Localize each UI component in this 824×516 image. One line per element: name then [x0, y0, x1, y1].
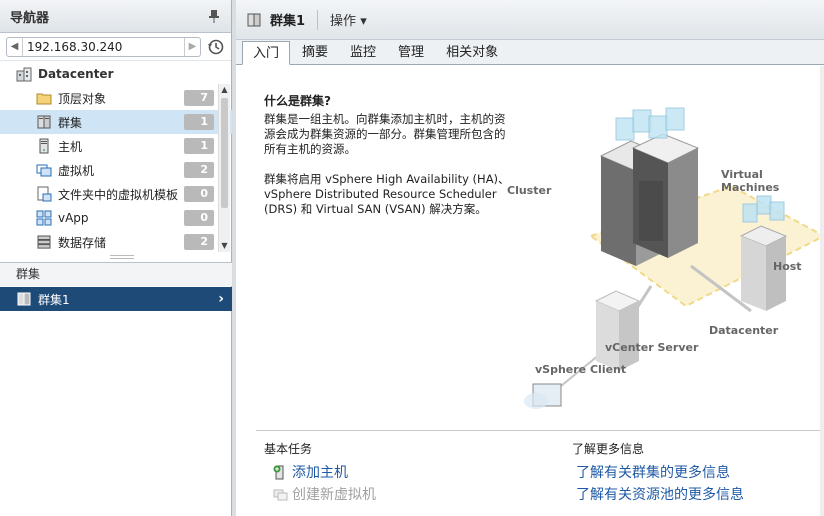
add-host-link[interactable]: 添加主机 — [272, 462, 348, 482]
inventory-list: 顶层对象 7 群集 1 主机 1 虚拟机 2 文件夹中的虚拟机模板 0 vApp… — [0, 86, 232, 252]
list-item-label: 文件夹中的虚拟机模板 — [58, 187, 179, 202]
splitter-handle[interactable] — [110, 255, 134, 259]
count-badge: 1 — [184, 138, 214, 154]
list-item-vm-templates[interactable]: 文件夹中的虚拟机模板 0 — [0, 182, 232, 206]
list-item-vapps[interactable]: vApp 0 — [0, 206, 232, 230]
new-vm-icon — [272, 486, 288, 502]
list-item-label: 数据存储 — [58, 235, 107, 250]
count-badge: 7 — [184, 90, 214, 106]
cluster-list-item[interactable]: 群集1 › — [0, 287, 232, 311]
vapp-icon — [36, 210, 52, 226]
history-icon[interactable] — [207, 38, 225, 56]
learn-more-title: 了解更多信息 — [572, 442, 645, 456]
tab-getting-started[interactable]: 入门 — [242, 41, 291, 65]
count-badge: 2 — [184, 234, 214, 250]
scroll-up-icon[interactable]: ▲ — [219, 84, 230, 96]
tab-manage[interactable]: 管理 — [388, 42, 434, 64]
create-vm-link: 创建新虚拟机 — [272, 484, 376, 504]
actions-menu-label: 操作 — [330, 14, 357, 29]
list-item-datastores[interactable]: 数据存储 2 — [0, 230, 232, 254]
related-section-title: 群集 — [0, 262, 232, 286]
diagram-label-vcenter: vCenter Server — [605, 341, 699, 354]
datacenter-label: Datacenter — [38, 67, 114, 81]
getting-started-content: 什么是群集? 群集是一组主机。向群集添加主机时，主机的资源会成为群集资源的一部分… — [236, 66, 824, 516]
tab-monitor[interactable]: 监控 — [340, 42, 386, 64]
learn-resource-pools-link[interactable]: 了解有关资源池的更多信息 — [576, 484, 744, 504]
template-icon — [36, 186, 52, 202]
list-item-top-level-objects[interactable]: 顶层对象 7 — [0, 86, 232, 110]
count-badge: 0 — [184, 186, 214, 202]
main-panel: 群集1 操作 ▾ 入门 摘要 监控 管理 相关对象 什么是群集? 群集是一组主机… — [236, 0, 824, 516]
tab-summary[interactable]: 摘要 — [292, 42, 338, 64]
intro-paragraph-1: 群集是一组主机。向群集添加主机时，主机的资源会成为群集资源的一部分。群集管理所包… — [264, 112, 506, 156]
history-bar: ◀ 192.168.30.240 ▶ — [0, 33, 231, 61]
list-item-vms[interactable]: 虚拟机 2 — [0, 158, 232, 182]
diagram-label-client: vSphere Client — [535, 363, 627, 376]
count-badge: 1 — [184, 114, 214, 130]
add-host-label: 添加主机 — [292, 465, 348, 481]
tab-related-objects[interactable]: 相关对象 — [436, 42, 508, 64]
cluster-item-label: 群集1 — [38, 292, 70, 307]
back-arrow-icon[interactable]: ◀ — [7, 37, 23, 56]
list-item-clusters[interactable]: 群集 1 — [0, 110, 232, 134]
navigator-title: 导航器 — [10, 10, 50, 26]
datacenter-icon — [16, 66, 32, 82]
object-header: 群集1 操作 ▾ — [236, 0, 824, 40]
cluster-icon — [36, 114, 52, 130]
basic-tasks-title: 基本任务 — [264, 442, 313, 456]
address-box: ◀ 192.168.30.240 ▶ — [6, 36, 201, 57]
address-text[interactable]: 192.168.30.240 — [23, 40, 184, 54]
pin-icon[interactable] — [207, 9, 221, 23]
diagram-label-datacenter: Datacenter — [709, 324, 779, 337]
datacenter-node[interactable]: Datacenter — [0, 61, 231, 87]
count-badge: 2 — [184, 162, 214, 178]
diagram-label-host: Host — [773, 260, 802, 273]
learn-clusters-link[interactable]: 了解有关群集的更多信息 — [576, 462, 730, 482]
list-item-hosts[interactable]: 主机 1 — [0, 134, 232, 158]
list-item-label: 顶层对象 — [58, 91, 107, 106]
scroll-thumb[interactable] — [221, 98, 228, 208]
cluster-icon — [16, 291, 32, 307]
forward-arrow-icon[interactable]: ▶ — [184, 37, 200, 56]
actions-menu-button[interactable]: 操作 ▾ — [330, 10, 367, 29]
tab-bar: 入门 摘要 监控 管理 相关对象 — [236, 40, 824, 65]
host-icon — [36, 138, 52, 154]
list-item-label: 虚拟机 — [58, 163, 95, 178]
folder-icon — [36, 90, 52, 106]
list-item-label: vApp — [58, 211, 89, 225]
list-item-label: 主机 — [58, 139, 83, 154]
section-divider — [256, 430, 824, 431]
chevron-right-icon[interactable]: › — [218, 291, 224, 307]
diagram-label-cluster: Cluster — [507, 184, 552, 197]
cluster-diagram: Cluster Virtual Machines Host Datacenter… — [507, 96, 824, 426]
inventory-scrollbar[interactable]: ▲ ▼ — [218, 84, 230, 252]
scroll-down-icon[interactable]: ▼ — [219, 240, 230, 252]
header-divider — [317, 9, 319, 30]
cluster-icon — [246, 12, 262, 28]
main-scrollbar[interactable] — [820, 66, 824, 516]
datastore-icon — [36, 234, 52, 250]
navigator-header: 导航器 — [0, 0, 231, 33]
count-badge: 0 — [184, 210, 214, 226]
intro-title: 什么是群集? — [264, 94, 331, 108]
create-vm-label: 创建新虚拟机 — [292, 487, 376, 503]
vm-icon — [36, 162, 52, 178]
list-item-label: 群集 — [58, 115, 83, 130]
add-host-icon — [272, 464, 288, 480]
intro-paragraph-2: 群集将启用 vSphere High Availability (HA)、vSp… — [264, 172, 510, 216]
diagram-label-vms: Virtual Machines — [721, 168, 780, 194]
chevron-down-icon: ▾ — [360, 14, 367, 29]
object-title: 群集1 — [270, 14, 306, 29]
navigator-panel: 导航器 ◀ 192.168.30.240 ▶ Datacenter 顶层对象 7 — [0, 0, 232, 516]
